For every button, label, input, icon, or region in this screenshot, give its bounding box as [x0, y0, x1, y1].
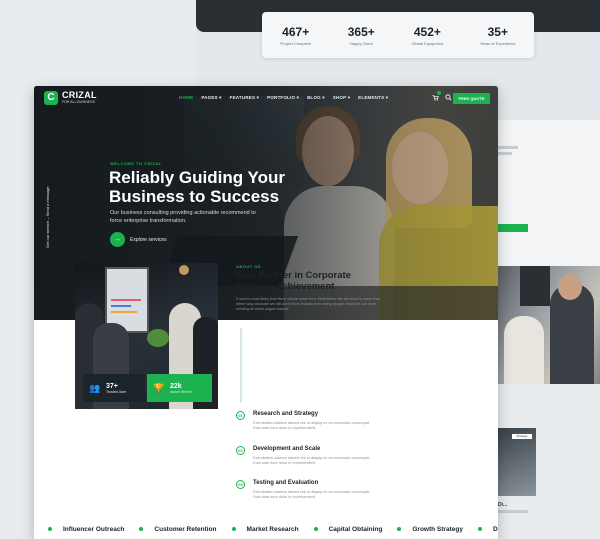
- logo-name: CRIZAL: [62, 90, 97, 100]
- menu-item-blog[interactable]: BLOG ▾: [307, 95, 325, 101]
- free-quote-button[interactable]: FREE QUOTE: [453, 93, 490, 104]
- about-description: It seems most likely that there will be …: [236, 297, 380, 312]
- background-text-line: [498, 146, 518, 149]
- feature-timeline: [240, 328, 242, 403]
- main-menu: HOME PAGES ▾ FEATURES ▾ PORTFOLIO ▾ BLOG…: [179, 95, 388, 101]
- feature-description: Exercitation ullamco laboris nisi ut ali…: [253, 456, 370, 466]
- logo-mark-icon: C: [44, 91, 58, 105]
- search-icon[interactable]: [445, 94, 452, 101]
- feature-description: Exercitation ullamco laboris nisi ut ali…: [253, 490, 370, 500]
- stat-item: 365+ Happy Client: [347, 24, 375, 46]
- hero-description: Our business consulting providing action…: [110, 210, 256, 224]
- award-winner-card: 🏆 22k Award Winner: [147, 374, 212, 402]
- stat-item: 452+ Global Equipment: [411, 24, 444, 46]
- blog-card-badge: Strategy: [512, 434, 532, 439]
- marquee-item: D: [477, 526, 498, 533]
- stats-bar: 467+ Project Complete 365+ Happy Client 45…: [262, 12, 534, 58]
- award-icon: 🏆: [153, 383, 165, 393]
- menu-item-portfolio[interactable]: PORTFOLIO ▾: [267, 95, 299, 101]
- marquee-item: Growth Strategy: [397, 526, 463, 533]
- trusted-user-card: 👥 37+ Trusted User: [83, 374, 145, 402]
- feature-number: 01: [236, 411, 245, 420]
- cart-icon[interactable]: [432, 94, 439, 101]
- site-logo[interactable]: C CRIZAL FOR ALL BUSINESS: [44, 91, 97, 105]
- cart-count-badge: [437, 91, 441, 95]
- background-form-panel: [498, 120, 600, 270]
- services-marquee: Influencer Outreach Customer Retention M…: [48, 518, 600, 539]
- feature-title: Testing and Evaluation: [253, 480, 319, 486]
- hero-title: Reliably Guiding Your Business to Succes…: [109, 168, 286, 206]
- marquee-item: Influencer Outreach: [48, 526, 124, 533]
- background-green-button: [498, 224, 528, 232]
- marquee-item: Capital Obtaining: [313, 526, 382, 533]
- blog-card-title: Di...: [498, 502, 508, 508]
- side-contact-note[interactable]: Get our service – Send a message: [45, 168, 53, 248]
- marquee-item: Customer Retention: [139, 526, 217, 533]
- menu-item-shop[interactable]: SHOP ▾: [333, 95, 350, 101]
- stat-label: Trusted User: [106, 389, 127, 394]
- feature-description: Exercitation ullamco laboris nisi ut ali…: [253, 421, 370, 431]
- menu-item-elements[interactable]: ELEMENTS ▾: [358, 95, 388, 101]
- background-text-line: [498, 152, 512, 155]
- menu-item-features[interactable]: FEATURES ▾: [230, 95, 259, 101]
- background-team-photo: [498, 266, 600, 384]
- background-blog-card: Strategy: [498, 428, 536, 498]
- menu-item-pages[interactable]: PAGES ▾: [201, 95, 221, 101]
- stat-item: 35+ Years of Experience: [479, 24, 516, 46]
- feature-title: Development and Scale: [253, 446, 321, 452]
- about-eyebrow: ABOUT US: [236, 264, 261, 269]
- feature-number: 02: [236, 446, 245, 455]
- stat-label: Award Winner: [170, 389, 192, 394]
- stat-item: 467+ Project Complete: [280, 24, 312, 46]
- users-icon: 👥: [89, 383, 101, 393]
- stat-value: 22k: [170, 382, 182, 390]
- hero-eyebrow: WELCOME TO CRIZAL: [110, 161, 162, 166]
- logo-tagline: FOR ALL BUSINESS: [62, 100, 95, 104]
- stat-value: 37+: [106, 382, 118, 390]
- feature-number: 03: [236, 480, 245, 489]
- arrow-right-icon[interactable]: →: [110, 232, 125, 247]
- feature-title: Research and Strategy: [253, 411, 319, 417]
- menu-item-home[interactable]: HOME: [179, 95, 193, 101]
- top-navigation: C CRIZAL FOR ALL BUSINESS HOME PAGES ▾ F…: [34, 86, 498, 112]
- background-text-line: [498, 510, 528, 513]
- marquee-item: Market Research: [231, 526, 299, 533]
- explore-services-label[interactable]: Explore services: [130, 237, 167, 243]
- explore-services-link[interactable]: → Explore services: [110, 232, 167, 247]
- about-title: Your Partner in Corporate Strategy Achie…: [235, 270, 351, 292]
